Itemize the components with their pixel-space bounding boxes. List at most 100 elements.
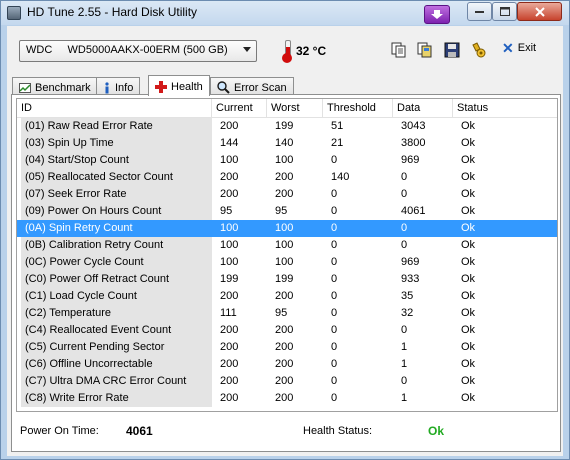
options-icon — [472, 42, 486, 58]
copy-icon — [391, 42, 406, 58]
app-window: HD Tune 2.55 - Hard Disk Utility WDC WD5… — [0, 0, 570, 460]
cell-data: 969 — [401, 256, 420, 268]
table-row[interactable]: (07) Seek Error Rate 200 200 0 0 Ok — [17, 186, 557, 203]
smart-table[interactable]: ID Current Worst Threshold Data Status (… — [16, 98, 558, 412]
cell-id: (05) Reallocated Sector Count — [21, 169, 212, 186]
cell-id: (09) Power On Hours Count — [21, 203, 212, 220]
cell-current: 100 — [220, 256, 239, 268]
column-header-current[interactable]: Current — [212, 99, 267, 117]
table-row[interactable]: (01) Raw Read Error Rate 200 199 51 3043 Ok — [17, 118, 557, 135]
tab-benchmark[interactable]: Benchmark — [12, 77, 98, 95]
column-header-worst[interactable]: Worst — [267, 99, 323, 117]
column-header-id[interactable]: ID — [17, 99, 212, 117]
table-row[interactable]: (0B) Calibration Retry Count 100 100 0 0 Ok — [17, 237, 557, 254]
cell-current: 111 — [220, 307, 237, 319]
app-icon — [7, 6, 21, 20]
cell-current: 95 — [220, 205, 233, 217]
cell-worst: 200 — [275, 290, 294, 302]
cell-worst: 199 — [275, 120, 294, 132]
column-header-data[interactable]: Data — [393, 99, 453, 117]
cell-data: 0 — [401, 239, 408, 251]
column-header-threshold[interactable]: Threshold — [323, 99, 393, 117]
cell-threshold: 51 — [331, 120, 344, 132]
health-cross-icon — [155, 81, 167, 93]
cell-worst: 140 — [275, 137, 294, 149]
cell-current: 100 — [220, 222, 239, 234]
cell-status: Ok — [461, 137, 476, 149]
table-row[interactable]: (C5) Current Pending Sector 200 200 0 1 Ok — [17, 339, 557, 356]
cell-worst: 200 — [275, 358, 294, 370]
cell-current: 144 — [220, 137, 239, 149]
cell-worst: 199 — [275, 273, 294, 285]
cell-status: Ok — [461, 341, 476, 353]
column-header-status[interactable]: Status — [453, 99, 557, 117]
cell-data: 1 — [401, 341, 408, 353]
chevron-down-icon — [243, 47, 251, 52]
cell-status: Ok — [461, 392, 476, 404]
exit-x-icon: ✕ — [502, 40, 514, 56]
cell-id: (0A) Spin Retry Count — [21, 220, 212, 237]
benchmark-icon — [19, 82, 31, 93]
close-icon — [534, 6, 545, 17]
table-row[interactable]: (C7) Ultra DMA CRC Error Count 200 200 0 0 Ok — [17, 373, 557, 390]
minimize-icon — [475, 10, 484, 13]
table-row[interactable]: (C4) Reallocated Event Count 200 200 0 0 Ok — [17, 322, 557, 339]
tab-info[interactable]: Info — [96, 77, 141, 95]
options-button[interactable] — [469, 40, 489, 60]
cell-threshold: 0 — [331, 256, 338, 268]
download-button[interactable] — [424, 5, 450, 24]
cell-worst: 100 — [275, 239, 294, 251]
cell-id: (0C) Power Cycle Count — [21, 254, 212, 271]
save-button[interactable] — [442, 40, 462, 60]
title-bar[interactable]: HD Tune 2.55 - Hard Disk Utility — [1, 1, 569, 25]
window-title: HD Tune 2.55 - Hard Disk Utility — [27, 5, 198, 19]
cell-data: 0 — [401, 324, 408, 336]
cell-status: Ok — [461, 120, 476, 132]
health-status-label: Health Status: — [303, 425, 373, 437]
cell-current: 200 — [220, 290, 239, 302]
copy-screenshot-button[interactable] — [415, 40, 435, 60]
cell-data: 0 — [401, 222, 408, 234]
clipboard-icon — [417, 42, 432, 58]
drive-select[interactable]: WDC WD5000AAKX-00ERM (500 GB) — [19, 40, 257, 62]
table-row[interactable]: (0C) Power Cycle Count 100 100 0 969 Ok — [17, 254, 557, 271]
table-row[interactable]: (04) Start/Stop Count 100 100 0 969 Ok — [17, 152, 557, 169]
cell-data: 32 — [401, 307, 414, 319]
maximize-button[interactable] — [492, 2, 517, 21]
table-row[interactable]: (C2) Temperature 111 95 0 32 Ok — [17, 305, 557, 322]
cell-current: 200 — [220, 120, 239, 132]
table-row[interactable]: (C1) Load Cycle Count 200 200 0 35 Ok — [17, 288, 557, 305]
tab-health[interactable]: Health — [148, 75, 210, 96]
cell-current: 200 — [220, 188, 239, 200]
cell-worst: 95 — [275, 205, 288, 217]
minimize-button[interactable] — [467, 2, 492, 21]
cell-threshold: 140 — [331, 171, 350, 183]
cell-worst: 100 — [275, 256, 294, 268]
table-row[interactable]: (C6) Offline Uncorrectable 200 200 0 1 Ok — [17, 356, 557, 373]
table-row[interactable]: (0A) Spin Retry Count 100 100 0 0 Ok — [17, 220, 557, 237]
cell-status: Ok — [461, 239, 476, 251]
cell-id: (C4) Reallocated Event Count — [21, 322, 212, 339]
copy-info-button[interactable] — [389, 40, 409, 60]
cell-worst: 200 — [275, 188, 294, 200]
table-row[interactable]: (03) Spin Up Time 144 140 21 3800 Ok — [17, 135, 557, 152]
cell-status: Ok — [461, 375, 476, 387]
cell-data: 0 — [401, 188, 408, 200]
table-row[interactable]: (C0) Power Off Retract Count 199 199 0 933 Ok — [17, 271, 557, 288]
table-row[interactable]: (05) Reallocated Sector Count 200 200 140 0 O… — [17, 169, 557, 186]
exit-button[interactable]: ✕ Exit — [502, 40, 536, 56]
power-on-time-label: Power On Time: — [20, 425, 99, 437]
cell-status: Ok — [461, 188, 476, 200]
tab-error-scan[interactable]: Error Scan — [210, 77, 294, 95]
cell-id: (0B) Calibration Retry Count — [21, 237, 212, 254]
close-button[interactable] — [517, 2, 562, 21]
tab-label: Info — [115, 81, 134, 94]
table-row[interactable]: (09) Power On Hours Count 95 95 0 4061 Ok — [17, 203, 557, 220]
cell-worst: 100 — [275, 222, 294, 234]
cell-threshold: 0 — [331, 273, 338, 285]
cell-status: Ok — [461, 205, 476, 217]
tab-label: Benchmark — [35, 81, 91, 94]
table-row[interactable]: (C8) Write Error Rate 200 200 0 1 Ok — [17, 390, 557, 407]
cell-id: (03) Spin Up Time — [21, 135, 212, 152]
cell-id: (07) Seek Error Rate — [21, 186, 212, 203]
